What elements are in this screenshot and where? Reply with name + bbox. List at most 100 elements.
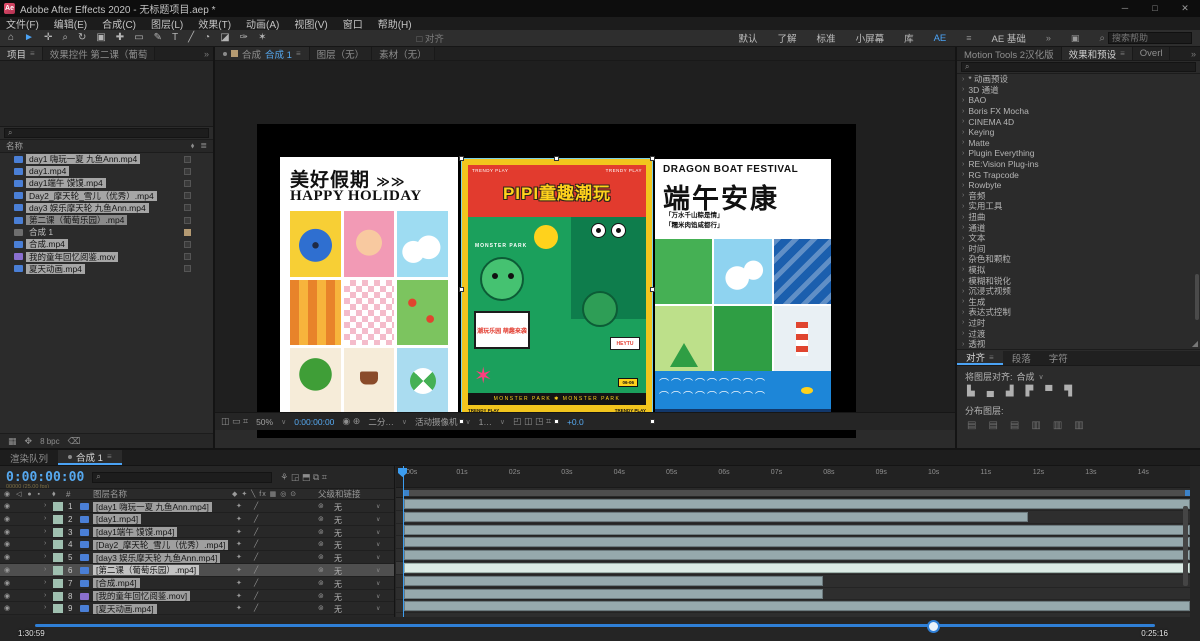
eye-icon[interactable]: ◉ <box>4 515 10 523</box>
chevron-right-icon[interactable]: › <box>962 309 964 316</box>
playhead-line[interactable] <box>403 466 404 617</box>
pen-tool-icon[interactable]: ✎ <box>154 30 162 46</box>
label-color-chip[interactable] <box>184 241 191 248</box>
align-button-icon[interactable]: ▙ <box>967 386 975 397</box>
label-column-icon[interactable]: ⬧ <box>191 141 195 151</box>
label-color-chip[interactable] <box>184 229 191 236</box>
quality-switch-icon[interactable]: ✦ <box>236 579 242 587</box>
selection-handle[interactable] <box>459 419 464 424</box>
timeline-scrollbar[interactable] <box>1183 506 1188 586</box>
tab-overlord[interactable]: Overl <box>1133 47 1171 60</box>
align-target-dropdown[interactable]: 合成 <box>1017 370 1035 383</box>
chevron-right-icon[interactable]: › <box>962 86 964 93</box>
distribute-button-icon[interactable]: ▤ <box>967 420 976 431</box>
effects-group[interactable]: › Rowbyte <box>957 180 1200 191</box>
distribute-button-icon[interactable]: ▥ <box>1031 420 1040 431</box>
selection-handle[interactable] <box>554 156 559 161</box>
progress-knob[interactable] <box>927 620 940 633</box>
chevron-right-icon[interactable]: › <box>44 502 46 509</box>
label-color-chip[interactable] <box>184 180 191 187</box>
effects-group[interactable]: › RE:Vision Plug-ins <box>957 159 1200 170</box>
chevron-down-icon[interactable]: ∨ <box>376 554 380 561</box>
label-color-chip[interactable] <box>184 168 191 175</box>
tab-overflow-icon[interactable]: » <box>1187 47 1200 60</box>
parent-dropdown[interactable]: 无 <box>334 579 342 590</box>
eye-icon[interactable]: ◉ <box>4 502 10 510</box>
effects-group[interactable]: › 文本 <box>957 233 1200 244</box>
eye-icon[interactable]: ◉ <box>4 579 10 587</box>
selection-tool-icon[interactable]: ► <box>24 30 34 46</box>
layer-duration-bar[interactable] <box>404 601 1190 611</box>
chevron-right-icon[interactable]: › <box>962 214 964 221</box>
chevron-right-icon[interactable]: › <box>962 192 964 199</box>
current-time-display[interactable]: 0:00:00:00 <box>6 470 84 485</box>
tab-effects-presets[interactable]: 效果和预设 ≡ <box>1062 47 1133 60</box>
chevron-right-icon[interactable]: › <box>962 224 964 231</box>
roto-brush-tool-icon[interactable]: ✑ <box>240 30 248 46</box>
project-item-row[interactable]: 合成 1 <box>0 226 213 238</box>
fx-switch-icon[interactable]: ╱ <box>254 592 258 600</box>
selection-handle[interactable] <box>650 287 655 292</box>
resolution-dropdown[interactable]: 二分… <box>368 416 394 428</box>
effects-group[interactable]: › BAO <box>957 95 1200 106</box>
label-color-chip[interactable] <box>53 502 63 511</box>
distribute-button-icon[interactable]: ▤ <box>1010 420 1019 431</box>
menu-item[interactable]: 文件(F) <box>6 16 39 31</box>
chevron-right-icon[interactable]: › <box>962 245 964 252</box>
eye-icon[interactable]: ◉ <box>4 540 10 548</box>
panel-menu-icon[interactable]: ≡ <box>989 353 994 362</box>
layer-duration-bar[interactable] <box>404 563 1190 573</box>
project-item-row[interactable]: 我的童年回忆阅鉴.mov <box>0 251 213 263</box>
quality-switch-icon[interactable]: ✦ <box>236 540 242 548</box>
chevron-down-icon[interactable]: ∨ <box>376 567 380 574</box>
label-color-chip[interactable] <box>184 217 191 224</box>
align-button-icon[interactable]: ▛ <box>1026 386 1034 397</box>
eye-icon[interactable]: ◉ <box>4 528 10 536</box>
label-color-chip[interactable] <box>53 540 63 549</box>
parent-dropdown[interactable]: 无 <box>334 528 342 539</box>
parent-dropdown[interactable]: 无 <box>334 502 342 513</box>
hand-tool-icon[interactable]: ✛ <box>44 30 52 46</box>
layer-duration-bar[interactable] <box>404 525 1190 535</box>
chevron-down-icon[interactable]: ∨ <box>376 503 380 510</box>
workspace-menu-icon[interactable]: ≡ <box>966 33 971 43</box>
tab-character[interactable]: 字符 <box>1040 351 1077 365</box>
chevron-right-icon[interactable]: › <box>44 604 46 611</box>
effects-group[interactable]: › RG Trapcode <box>957 169 1200 180</box>
chevron-right-icon[interactable]: › <box>44 528 46 535</box>
chevron-down-icon[interactable]: ∨ <box>376 516 380 523</box>
chevron-right-icon[interactable]: › <box>962 161 964 168</box>
parent-pickwhip-icon[interactable]: ⊚ <box>318 579 324 587</box>
workspace-button[interactable]: AE <box>934 33 947 44</box>
menu-item[interactable]: 编辑(E) <box>54 16 87 31</box>
panel-menu-icon[interactable]: ≡ <box>30 49 35 58</box>
eraser-tool-icon[interactable]: ◪ <box>220 30 229 46</box>
parent-pickwhip-icon[interactable]: ⊚ <box>318 540 324 548</box>
selection-handle[interactable] <box>650 419 655 424</box>
layer-name[interactable]: [夏天动画.mp4] <box>93 604 157 614</box>
view-layout-dropdown[interactable]: 1… <box>479 417 492 427</box>
viewer-left-icons[interactable]: ◫ ▭ ⌗ <box>221 416 248 427</box>
menu-item[interactable]: 视图(V) <box>294 16 327 31</box>
project-item-row[interactable]: Day2_摩天轮_雪儿（优秀）.mp4 <box>0 190 213 202</box>
chevron-down-icon[interactable]: ∨ <box>376 605 380 612</box>
chevron-right-icon[interactable]: › <box>962 139 964 146</box>
project-item-row[interactable]: day3 娱乐摩天轮 九鱼Ann.mp4 <box>0 202 213 214</box>
selection-handle[interactable] <box>459 156 464 161</box>
effects-group[interactable]: › 扭曲 <box>957 212 1200 223</box>
menu-item[interactable]: 图层(L) <box>151 16 183 31</box>
chevron-right-icon[interactable]: › <box>962 256 964 263</box>
layer-row[interactable]: ◉ › 1 [day1 嗨玩一夏 九鱼Ann.mp4] ✦ ╱ ⊚ 无 ∨ <box>0 500 394 513</box>
tab-timeline-comp[interactable]: 合成 1 ≡ <box>58 450 122 465</box>
chevron-right-icon[interactable]: › <box>962 330 964 337</box>
video-progress-bar[interactable] <box>35 624 1155 627</box>
workspace-overflow-icon[interactable]: » <box>1046 33 1051 43</box>
fx-switch-icon[interactable]: ╱ <box>254 528 258 536</box>
chevron-right-icon[interactable]: › <box>962 76 964 83</box>
poster-monster-park[interactable]: TRENDY PLAY TRENDY PLAY PIPI童趣潮玩 MONSTER… <box>462 159 652 421</box>
chevron-right-icon[interactable]: › <box>44 515 46 522</box>
pan-behind-tool-icon[interactable]: ✚ <box>116 30 124 46</box>
menu-item[interactable]: 帮助(H) <box>378 16 412 31</box>
chevron-right-icon[interactable]: › <box>962 288 964 295</box>
trash-icon[interactable]: ⌫ <box>68 436 81 447</box>
